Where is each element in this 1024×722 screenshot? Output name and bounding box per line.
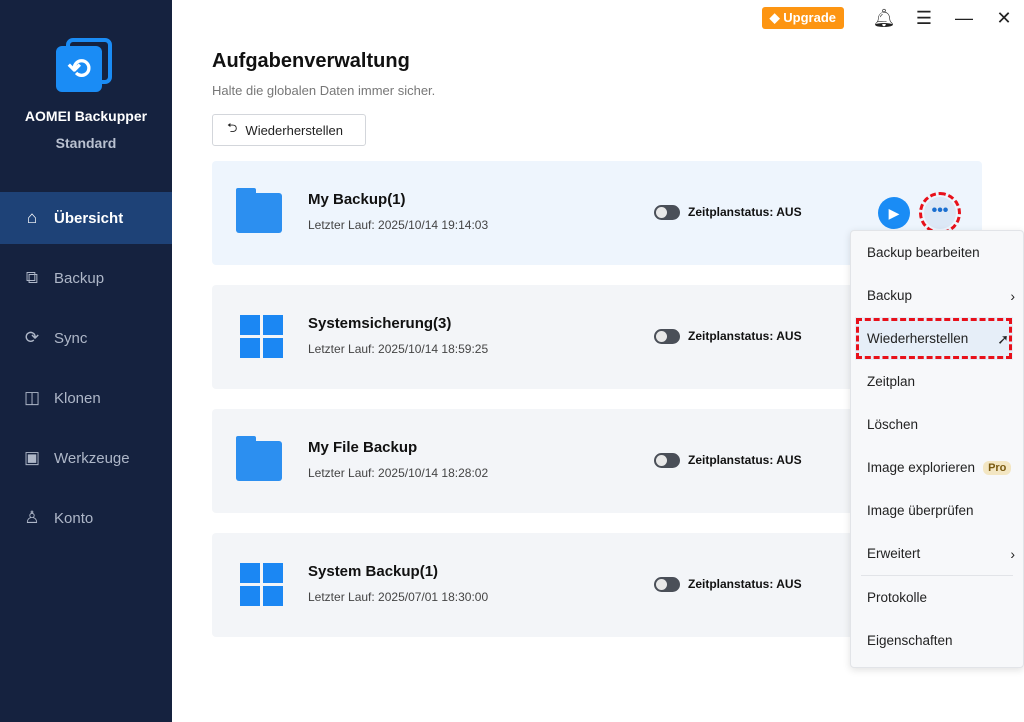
sidebar-item-label: Klonen (54, 389, 101, 407)
more-options-button[interactable]: ••• (919, 192, 961, 234)
task-last-run: Letzter Lauf: 2025/10/14 19:14:03 (308, 218, 489, 232)
app-name: AOMEI Backupper (24, 108, 148, 124)
task-name: My Backup(1) (308, 191, 406, 208)
context-menu: Backup bearbeiten Backup › Wiederherstell… (850, 230, 1024, 668)
sidebar-item-tools[interactable]: ▣ Werkzeuge (0, 432, 172, 484)
schedule-status: Zeitplanstatus: AUS (688, 329, 802, 343)
page-title: Aufgabenverwaltung (212, 50, 410, 72)
sidebar: ⟲ AOMEI Backupper Standard ⌂ Übersicht ⧉ B… (0, 0, 172, 722)
close-icon[interactable]: ✕ (984, 8, 1024, 29)
app-edition: Standard (55, 135, 117, 151)
task-last-run: Letzter Lauf: 2025/10/14 18:59:25 (308, 342, 489, 356)
mouse-cursor-icon: ➚ (997, 331, 1009, 347)
menu-item-logs[interactable]: Protokolle (851, 576, 1023, 619)
backup-icon: ⧉ (25, 268, 39, 287)
menu-item-restore[interactable]: Wiederherstellen ➚ (855, 317, 1013, 360)
menu-item-edit-backup[interactable]: Backup bearbeiten (851, 231, 1023, 274)
sidebar-item-clone[interactable]: ◫ Klonen (0, 372, 172, 424)
menu-item-explore-image[interactable]: Image explorieren Pro (851, 446, 1023, 489)
undo-icon: ⮌ (227, 120, 238, 135)
bell-icon[interactable]: 🔔︎ (864, 8, 904, 29)
task-last-run: Letzter Lauf: 2025/10/14 18:28:02 (308, 466, 489, 480)
folder-icon (236, 188, 282, 233)
schedule-status: Zeitplanstatus: AUS (688, 205, 802, 219)
schedule-toggle[interactable] (654, 453, 680, 468)
menu-item-check-image[interactable]: Image überprüfen (851, 489, 1023, 532)
sidebar-item-label: Sync (54, 329, 88, 347)
run-button[interactable]: ▶ (878, 197, 910, 229)
sidebar-item-backup[interactable]: ⧉ Backup (0, 252, 172, 304)
sync-icon: ⟳ (24, 328, 40, 347)
upgrade-button[interactable]: ◆ Upgrade (761, 7, 844, 29)
app-logo-icon: ⟲ (56, 38, 116, 96)
schedule-status: Zeitplanstatus: AUS (688, 577, 802, 591)
sidebar-item-label: Übersicht (54, 209, 124, 227)
home-icon: ⌂ (26, 208, 38, 227)
chevron-right-icon: › (1010, 545, 1015, 562)
menu-icon[interactable]: ☰ (904, 8, 944, 29)
restore-button[interactable]: ⮌ Wiederherstellen (212, 114, 366, 146)
chevron-right-icon: › (1010, 287, 1015, 304)
schedule-toggle[interactable] (654, 577, 680, 592)
sidebar-item-overview[interactable]: ⌂ Übersicht (0, 192, 172, 244)
toolbox-icon: ▣ (23, 448, 41, 467)
diamond-icon: ◆ (769, 10, 784, 25)
clone-icon: ◫ (23, 388, 41, 407)
menu-item-advanced[interactable]: Erweitert › (851, 532, 1023, 575)
task-last-run: Letzter Lauf: 2025/07/01 18:30:00 (308, 590, 489, 604)
schedule-toggle[interactable] (654, 329, 680, 344)
schedule-status: Zeitplanstatus: AUS (688, 453, 802, 467)
page-subtitle: Halte die globalen Daten immer sicher. (212, 83, 436, 98)
sidebar-item-account[interactable]: ♙ Konto (0, 492, 172, 544)
task-name: My File Backup (308, 439, 418, 456)
task-name: System Backup(1) (308, 563, 439, 580)
menu-item-backup[interactable]: Backup › (851, 274, 1023, 317)
pro-badge: Pro (983, 460, 1012, 475)
minimize-icon[interactable]: — (944, 8, 984, 29)
user-icon: ♙ (24, 508, 40, 527)
sidebar-item-sync[interactable]: ⟳ Sync (0, 312, 172, 364)
folder-icon (236, 436, 282, 481)
menu-item-schedule[interactable]: Zeitplan (851, 360, 1023, 403)
schedule-toggle[interactable] (654, 205, 680, 220)
sidebar-item-label: Backup (54, 269, 105, 287)
menu-item-properties[interactable]: Eigenschaften (851, 619, 1023, 662)
sidebar-item-label: Werkzeuge (54, 449, 130, 467)
menu-item-delete[interactable]: Löschen (851, 403, 1023, 446)
title-bar: ◆ Upgrade 🔔︎ ☰ — ✕ (761, 6, 1024, 30)
windows-icon (240, 563, 283, 606)
task-name: Systemsicherung(3) (308, 315, 452, 332)
windows-icon (240, 315, 283, 358)
sidebar-item-label: Konto (54, 509, 94, 527)
